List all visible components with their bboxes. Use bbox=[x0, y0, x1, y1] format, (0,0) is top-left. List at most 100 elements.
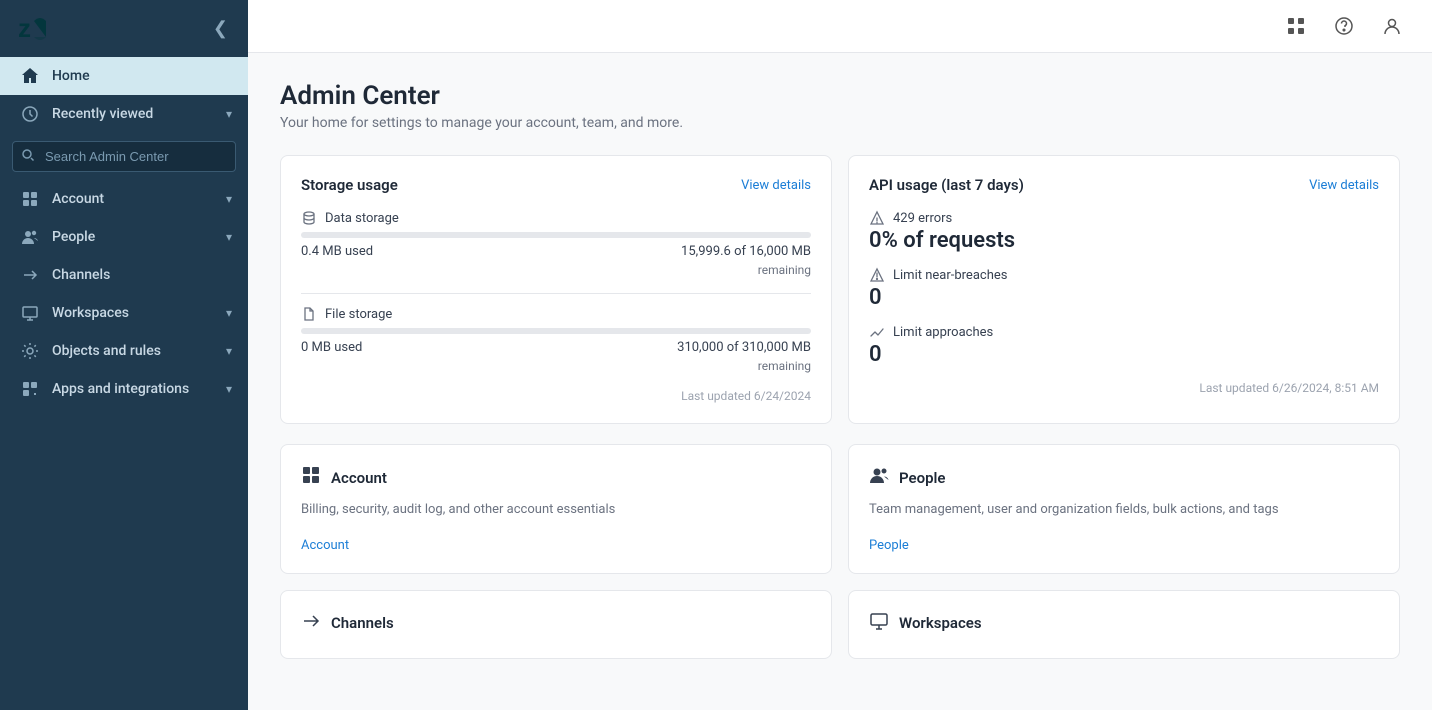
limit-near-breaches-value: 0 bbox=[869, 285, 1379, 310]
workspaces-chevron: ▾ bbox=[226, 306, 232, 320]
info-card-people-header: People bbox=[869, 465, 1379, 490]
info-card-workspaces-title: Workspaces bbox=[899, 614, 982, 632]
data-storage-label: Data storage bbox=[301, 210, 811, 226]
storage-divider bbox=[301, 293, 811, 294]
info-card-channels: Channels bbox=[280, 590, 832, 659]
sidebar-item-channels[interactable]: Channels bbox=[0, 256, 248, 294]
file-storage-used: 0 MB used bbox=[301, 340, 362, 355]
sidebar-item-label-recently-viewed: Recently viewed bbox=[52, 106, 226, 122]
info-card-people-icon bbox=[869, 465, 889, 490]
apps-integrations-chevron: ▾ bbox=[226, 382, 232, 396]
file-storage-section: File storage 0 MB used 310,000 of 310,00… bbox=[301, 306, 811, 373]
sidebar-item-account[interactable]: Account ▾ bbox=[0, 180, 248, 218]
svg-text:z: z bbox=[18, 15, 31, 43]
main-content: Admin Center Your home for settings to m… bbox=[248, 0, 1432, 710]
sidebar-item-label-apps-integrations: Apps and integrations bbox=[52, 381, 226, 397]
info-cards-grid: Account Billing, security, audit log, an… bbox=[280, 444, 1400, 659]
info-card-channels-icon bbox=[301, 611, 321, 636]
api-view-details-link[interactable]: View details bbox=[1309, 178, 1379, 193]
sidebar-item-label-people: People bbox=[52, 229, 226, 245]
zendesk-logo: z bbox=[16, 15, 64, 43]
page-content: Admin Center Your home for settings to m… bbox=[248, 53, 1432, 687]
user-profile-button[interactable] bbox=[1376, 10, 1408, 42]
sidebar-item-label-workspaces: Workspaces bbox=[52, 305, 226, 321]
metrics-cards-row: Storage usage View details Data storage … bbox=[280, 155, 1400, 424]
data-storage-remaining-suffix: remaining bbox=[301, 263, 811, 277]
info-card-people-title: People bbox=[899, 469, 946, 487]
recently-viewed-chevron: ▾ bbox=[226, 107, 232, 121]
info-card-account: Account Billing, security, audit log, an… bbox=[280, 444, 832, 574]
error-icon bbox=[869, 210, 885, 226]
info-card-people-link[interactable]: People bbox=[869, 538, 909, 553]
info-card-account-link[interactable]: Account bbox=[301, 538, 349, 553]
sidebar-item-label-channels: Channels bbox=[52, 267, 232, 283]
api-errors-stat: 429 errors 0% of requests bbox=[869, 210, 1379, 253]
info-card-people-desc: Team management, user and organization f… bbox=[869, 500, 1379, 520]
storage-last-updated: Last updated 6/24/2024 bbox=[301, 389, 811, 403]
channels-icon bbox=[16, 266, 44, 284]
sidebar-item-home[interactable]: Home bbox=[0, 57, 248, 95]
info-card-account-icon bbox=[301, 465, 321, 490]
file-storage-remaining-suffix: remaining bbox=[301, 359, 811, 373]
limit-approaches-value: 0 bbox=[869, 342, 1379, 367]
data-storage-bar bbox=[301, 232, 811, 238]
storage-view-details-link[interactable]: View details bbox=[741, 178, 811, 193]
search-input[interactable] bbox=[12, 141, 236, 172]
storage-usage-card: Storage usage View details Data storage … bbox=[280, 155, 832, 424]
file-icon bbox=[301, 306, 317, 322]
data-storage-section: Data storage 0.4 MB used 15,999.6 of 16,… bbox=[301, 210, 811, 277]
help-button[interactable] bbox=[1328, 10, 1360, 42]
info-card-channels-header: Channels bbox=[301, 611, 811, 636]
limit-approaches-label: Limit approaches bbox=[869, 324, 1379, 340]
limit-approaches-stat: Limit approaches 0 bbox=[869, 324, 1379, 367]
apps-integrations-icon bbox=[16, 380, 44, 398]
sidebar-item-people[interactable]: People ▾ bbox=[0, 218, 248, 256]
info-card-channels-title: Channels bbox=[331, 614, 394, 632]
file-storage-bar bbox=[301, 328, 811, 334]
grid-apps-button[interactable] bbox=[1280, 10, 1312, 42]
data-storage-text: Data storage bbox=[325, 211, 399, 226]
info-card-account-title: Account bbox=[331, 469, 387, 487]
api-errors-label: 429 errors bbox=[869, 210, 1379, 226]
info-card-workspaces: Workspaces bbox=[848, 590, 1400, 659]
workspaces-icon bbox=[16, 304, 44, 322]
people-chevron: ▾ bbox=[226, 230, 232, 244]
page-title: Admin Center bbox=[280, 81, 1400, 111]
api-card-header: API usage (last 7 days) View details bbox=[869, 176, 1379, 194]
storage-card-header: Storage usage View details bbox=[301, 176, 811, 194]
sidebar-item-label-home: Home bbox=[52, 68, 232, 84]
sidebar-item-objects-and-rules[interactable]: Objects and rules ▾ bbox=[0, 332, 248, 370]
data-storage-details: 0.4 MB used 15,999.6 of 16,000 MB bbox=[301, 244, 811, 259]
api-card-title: API usage (last 7 days) bbox=[869, 176, 1024, 194]
limit-near-breaches-label: Limit near-breaches bbox=[869, 267, 1379, 283]
api-last-updated: Last updated 6/26/2024, 8:51 AM bbox=[869, 381, 1379, 395]
sidebar-item-apps-and-integrations[interactable]: Apps and integrations ▾ bbox=[0, 370, 248, 408]
info-card-workspaces-header: Workspaces bbox=[869, 611, 1379, 636]
database-icon bbox=[301, 210, 317, 226]
page-subtitle: Your home for settings to manage your ac… bbox=[280, 115, 1400, 131]
sidebar: z ❮ Home Recently viewed ▾ Account bbox=[0, 0, 248, 710]
topbar bbox=[248, 0, 1432, 53]
info-card-people: People Team management, user and organiz… bbox=[848, 444, 1400, 574]
info-card-workspaces-icon bbox=[869, 611, 889, 636]
sidebar-item-label-account: Account bbox=[52, 191, 226, 207]
api-usage-card: API usage (last 7 days) View details 429… bbox=[848, 155, 1400, 424]
people-icon bbox=[16, 228, 44, 246]
sidebar-item-recently-viewed[interactable]: Recently viewed ▾ bbox=[0, 95, 248, 133]
collapse-sidebar-button[interactable]: ❮ bbox=[209, 14, 232, 43]
home-icon bbox=[16, 67, 44, 85]
file-storage-details: 0 MB used 310,000 of 310,000 MB bbox=[301, 340, 811, 355]
sidebar-item-workspaces[interactable]: Workspaces ▾ bbox=[0, 294, 248, 332]
limit-near-breaches-stat: Limit near-breaches 0 bbox=[869, 267, 1379, 310]
info-card-account-desc: Billing, security, audit log, and other … bbox=[301, 500, 811, 520]
clock-icon bbox=[16, 105, 44, 123]
account-chevron: ▾ bbox=[226, 192, 232, 206]
trending-icon bbox=[869, 324, 885, 340]
storage-card-title: Storage usage bbox=[301, 176, 398, 194]
file-storage-label: File storage bbox=[301, 306, 811, 322]
search-icon bbox=[21, 148, 35, 166]
sidebar-item-label-objects-and-rules: Objects and rules bbox=[52, 343, 226, 359]
search-section bbox=[0, 133, 248, 180]
data-storage-used: 0.4 MB used bbox=[301, 244, 373, 259]
file-storage-remaining-label: 310,000 of 310,000 MB bbox=[677, 340, 811, 355]
